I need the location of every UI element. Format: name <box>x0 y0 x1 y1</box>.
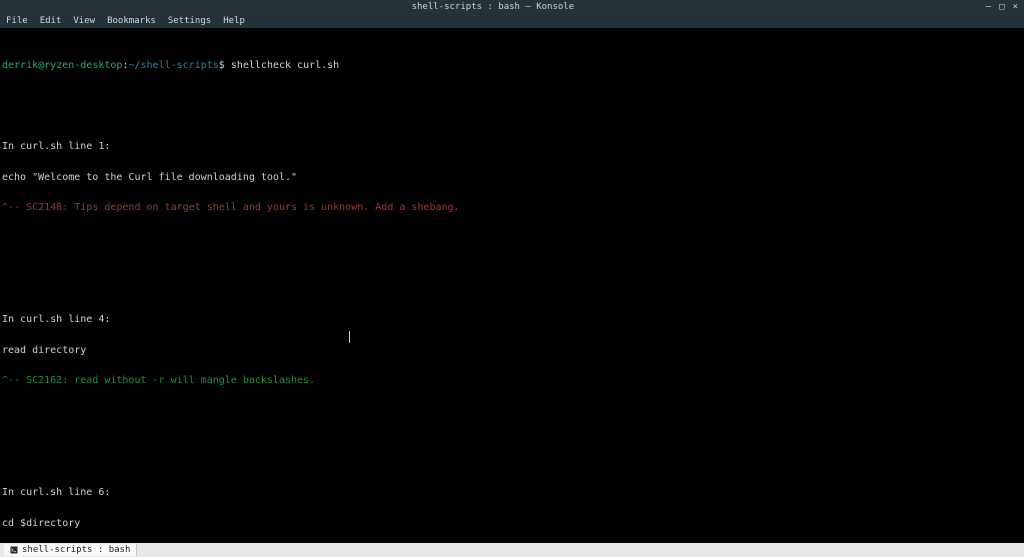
taskbar-app-button[interactable]: shell-scripts : bash <box>4 544 137 556</box>
taskbar-app-label: shell-scripts : bash <box>22 545 130 555</box>
menu-help[interactable]: Help <box>223 16 245 26</box>
menu-edit[interactable]: Edit <box>40 16 62 26</box>
sc-heading: In curl.sh line 1: <box>2 142 1022 152</box>
taskbar: shell-scripts : bash <box>0 543 1024 557</box>
sc-heading: In curl.sh line 6: <box>2 488 1022 498</box>
menu-file[interactable]: File <box>6 16 28 26</box>
menubar: File Edit View Bookmarks Settings Help <box>0 14 1024 28</box>
terminal[interactable]: derrik@ryzen-desktop:~/shell-scripts$ sh… <box>0 28 1024 543</box>
window-title: shell-scripts : bash — Konsole <box>412 2 575 12</box>
sc-heading: In curl.sh line 4: <box>2 315 1022 325</box>
window-controls: – □ × <box>986 2 1024 12</box>
sc-warning: ^-- SC2148: Tips depend on target shell … <box>2 203 1022 213</box>
menu-settings[interactable]: Settings <box>168 16 211 26</box>
sc-code: cd $directory <box>2 519 1022 529</box>
sc-code: read directory <box>2 346 1022 356</box>
command-entered: shellcheck curl.sh <box>225 60 339 71</box>
menu-view[interactable]: View <box>73 16 95 26</box>
sc-code: echo "Welcome to the Curl file downloadi… <box>2 173 1022 183</box>
prompt-path: ~/shell-scripts <box>128 60 218 71</box>
titlebar[interactable]: shell-scripts : bash — Konsole – □ × <box>0 0 1024 14</box>
text-caret-icon <box>349 331 350 343</box>
close-button[interactable]: × <box>1013 2 1018 12</box>
terminal-icon <box>10 546 18 554</box>
maximize-button[interactable]: □ <box>999 2 1004 12</box>
prompt-user: derrik <box>2 60 38 71</box>
sc-warning: ^-- SC2162: read without -r will mangle … <box>2 376 1022 386</box>
konsole-window: shell-scripts : bash — Konsole – □ × Fil… <box>0 0 1024 557</box>
prompt-line-1: derrik@ryzen-desktop:~/shell-scripts$ sh… <box>2 61 1022 71</box>
minimize-button[interactable]: – <box>986 2 991 12</box>
menu-bookmarks[interactable]: Bookmarks <box>107 16 156 26</box>
